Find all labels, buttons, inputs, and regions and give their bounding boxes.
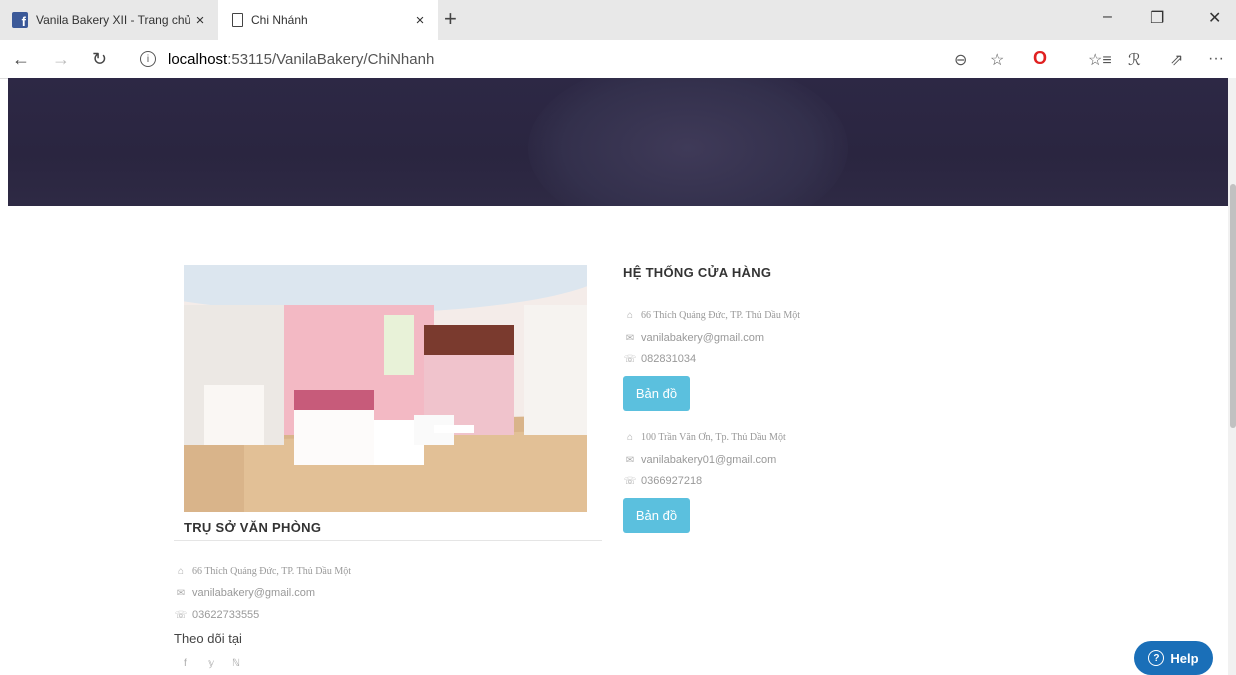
facebook-link-icon[interactable]: f: [184, 658, 187, 669]
close-tab-button[interactable]: ×: [190, 12, 210, 29]
store-interior-illustration: [184, 265, 587, 512]
store-phone-row: ☏ 0366927218: [623, 475, 702, 487]
office-phone: 03622733555: [192, 609, 260, 621]
facebook-icon: f: [12, 12, 28, 28]
tab-label: Chi Nhánh: [251, 13, 308, 27]
new-tab-button[interactable]: +: [444, 8, 457, 30]
twitter-link-icon[interactable]: 𝕪: [208, 658, 214, 669]
phone-icon: ☏: [623, 353, 637, 365]
restore-button[interactable]: ❐: [1150, 8, 1164, 28]
question-icon: ?: [1148, 650, 1165, 666]
map-button[interactable]: Bản đồ: [623, 376, 690, 411]
url-host: localhost: [168, 50, 228, 68]
store-photo: [184, 265, 587, 512]
store-address-row: ⌂ 100 Trần Văn Ơn, Tp. Thủ Dầu Một: [623, 432, 786, 443]
office-title: TRỤ SỞ VĂN PHÒNG: [184, 520, 322, 535]
stores-title: HỆ THỐNG CỬA HÀNG: [623, 265, 772, 280]
tab-bar: f Vanila Bakery XII - Trang chủ × Chi Nh…: [0, 0, 1236, 40]
forward-button[interactable]: →: [52, 49, 70, 70]
close-tab-button[interactable]: ×: [410, 12, 430, 29]
store-address: 100 Trần Văn Ơn, Tp. Thủ Dầu Một: [641, 432, 786, 443]
more-icon[interactable]: ···: [1208, 50, 1224, 68]
phone-icon: ☏: [623, 475, 637, 487]
tab-chi-nhanh[interactable]: Chi Nhánh ×: [218, 0, 438, 40]
refresh-button[interactable]: ↻: [92, 49, 107, 70]
scrollbar-thumb[interactable]: [1230, 184, 1236, 428]
divider: [174, 540, 602, 541]
office-email: vanilabakery@gmail.com: [192, 587, 316, 599]
store-phone: 0366927218: [641, 475, 703, 487]
close-window-button[interactable]: ✕: [1208, 8, 1221, 28]
profile-icon[interactable]: ℛ: [1128, 50, 1141, 70]
favorites-bar-icon[interactable]: ☆≡: [1088, 50, 1112, 70]
home-icon: ⌂: [626, 432, 634, 443]
store-phone: 082831034: [641, 353, 697, 365]
tab-label: Vanila Bakery XII - Trang chủ: [36, 13, 190, 27]
store-email: vanilabakery01@gmail.com: [641, 454, 777, 466]
envelope-icon: ✉: [625, 454, 635, 466]
minimize-button[interactable]: –: [1103, 8, 1112, 26]
opera-icon[interactable]: O: [1033, 48, 1047, 69]
map-button[interactable]: Bản đồ: [623, 498, 690, 533]
page-icon: [232, 13, 243, 27]
store-address-row: ⌂ 66 Thích Quảng Đức, TP. Thủ Dầu Một: [623, 310, 800, 321]
url-path: :53115/VanilaBakery/ChiNhanh: [227, 50, 435, 68]
address-bar: ← → ↻ i localhost:53115/VanilaBakery/Chi…: [0, 40, 1236, 79]
url-field[interactable]: i localhost:53115/VanilaBakery/ChiNhanh: [140, 48, 434, 70]
zoom-icon[interactable]: ⊖: [954, 50, 967, 70]
store-phone-row: ☏ 082831034: [623, 353, 696, 365]
home-icon: ⌂: [177, 566, 185, 577]
info-icon[interactable]: i: [140, 51, 156, 67]
store-email-row: ✉ vanilabakery@gmail.com: [623, 332, 764, 344]
back-button[interactable]: ←: [12, 49, 30, 70]
follow-label: Theo dõi tại: [174, 631, 242, 646]
tab-home[interactable]: f Vanila Bakery XII - Trang chủ ×: [0, 0, 218, 40]
store-address: 66 Thích Quảng Đức, TP. Thủ Dầu Một: [641, 310, 801, 321]
office-email-row: ✉ vanilabakery@gmail.com: [174, 587, 315, 599]
hero-decoration: [528, 78, 848, 206]
rss-link-icon[interactable]: ℕ: [232, 658, 240, 669]
hero-banner: [8, 78, 1228, 206]
store-email-row: ✉ vanilabakery01@gmail.com: [623, 454, 777, 466]
favorite-icon[interactable]: ☆: [990, 50, 1004, 70]
envelope-icon: ✉: [176, 587, 186, 599]
help-button[interactable]: ? Help: [1134, 641, 1213, 675]
envelope-icon: ✉: [625, 332, 635, 344]
phone-icon: ☏: [174, 609, 188, 621]
office-phone-row: ☏ 03622733555: [174, 609, 260, 621]
store-email: vanilabakery@gmail.com: [641, 332, 765, 344]
home-icon: ⌂: [626, 310, 634, 321]
share-icon[interactable]: ⇗: [1170, 50, 1183, 70]
office-address-row: ⌂ 66 Thích Quảng Đức, TP. Thủ Dầu Một: [174, 566, 351, 577]
help-label: Help: [1170, 650, 1199, 666]
office-address: 66 Thích Quảng Đức, TP. Thủ Dầu Một: [192, 566, 352, 577]
